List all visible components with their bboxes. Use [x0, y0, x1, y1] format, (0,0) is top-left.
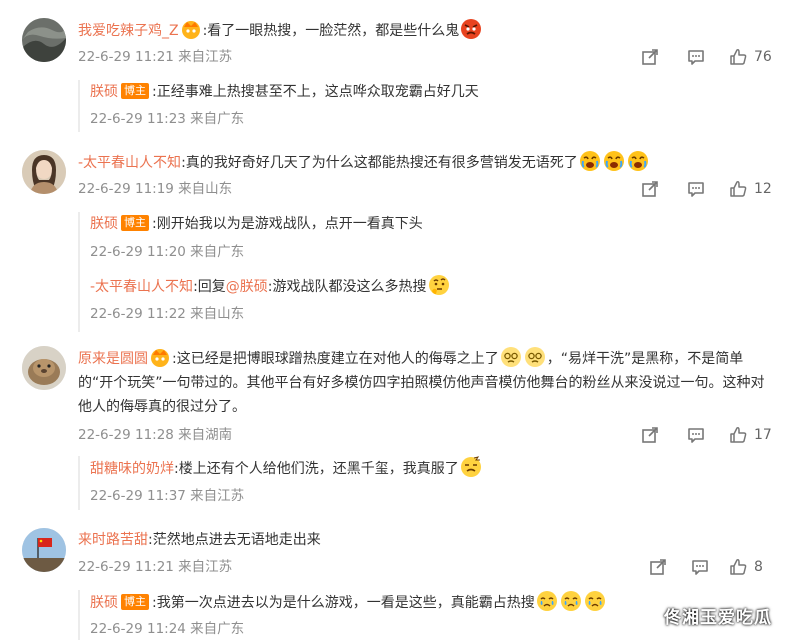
comment-icon	[688, 50, 704, 65]
comment-body: :这已经是把博眼球蹭热度建立在对他人的侮辱之上了	[172, 351, 499, 367]
tearful-emoji-icon	[560, 591, 581, 611]
comment-meta: 22-6-29 11:21 来自江苏	[78, 559, 233, 575]
reply-divider	[78, 80, 80, 132]
vip-crown-icon	[181, 21, 200, 39]
avatar[interactable]	[22, 346, 66, 390]
comment-button[interactable]	[686, 425, 706, 445]
reply-prefix: :回复	[193, 279, 226, 295]
comment-icon	[688, 428, 704, 443]
comment-button[interactable]	[686, 179, 706, 199]
like-count: 12	[754, 181, 772, 197]
comment-meta: 22-6-29 11:21 来自江苏	[78, 49, 233, 65]
thumbs-up-icon	[730, 181, 747, 197]
reply-body: :刚开始我以为是游戏战队，点开一看真下头	[152, 216, 423, 232]
reply-username[interactable]: -太平春山人不知	[90, 279, 193, 295]
share-icon	[642, 427, 658, 443]
share-icon	[642, 49, 658, 65]
like-count: 8	[754, 559, 763, 575]
comment-text: 来时路苦甜:茫然地点进去无语地走出来	[78, 528, 772, 552]
comment-actions: 76	[640, 47, 772, 67]
comment-username[interactable]: -太平春山人不知	[78, 155, 181, 171]
reply: 朕硕 博主:刚开始我以为是游戏战队，点开一看真下头	[90, 212, 772, 236]
vip-crown-icon	[151, 349, 169, 367]
share-icon	[650, 559, 666, 575]
comment-body: :真的我好奇好几天了为什么这都能热搜还有很多营销发无语死了	[181, 155, 578, 171]
thinking-emoji-icon	[428, 275, 449, 295]
reply-username[interactable]: 甜糖味的奶烊	[90, 461, 174, 477]
thumbs-up-icon	[730, 559, 747, 575]
comment-actions: 8	[648, 557, 772, 577]
share-button[interactable]	[640, 47, 660, 67]
comment-text: -太平春山人不知:真的我好奇好几天了为什么这都能热搜还有很多营销发无语死了	[78, 150, 772, 175]
author-badge: 博主	[121, 594, 149, 610]
comment-button[interactable]	[686, 47, 706, 67]
like-button[interactable]: 12	[728, 179, 772, 199]
weary-emoji-icon	[460, 456, 481, 477]
watermark: 佟湘玉爱吃瓜	[664, 608, 772, 628]
share-icon	[642, 181, 658, 197]
reply-username[interactable]: 朕硕	[90, 84, 118, 100]
reply-divider	[78, 590, 80, 640]
share-button[interactable]	[648, 557, 668, 577]
reply-body: :游戏战队都没这么多热搜	[267, 279, 427, 295]
like-count: 76	[754, 49, 772, 65]
comment-body: :看了一眼热搜，一脸茫然，都是些什么鬼	[202, 23, 460, 39]
comment-username[interactable]: 我爱吃辣子鸡_Z	[78, 23, 179, 39]
reply-meta: 22-6-29 11:20 来自广东	[90, 244, 245, 260]
share-button[interactable]	[640, 425, 660, 445]
reply-username[interactable]: 朕硕	[90, 216, 118, 232]
reply-body: :楼上还有个人给他们洗，还黑千玺，我真服了	[174, 461, 459, 477]
comment-meta: 22-6-29 11:28 来自湖南	[78, 427, 233, 443]
reply-body: :正经事难上热搜甚至不上，这点哗众取宠霸占好几天	[152, 84, 479, 100]
dizzy-emoji-icon	[500, 347, 521, 367]
reply-divider	[78, 212, 80, 332]
like-button[interactable]: 76	[728, 47, 772, 67]
avatar[interactable]	[22, 528, 66, 572]
author-badge: 博主	[121, 215, 149, 231]
comment-body: :茫然地点进去无语地走出来	[148, 532, 321, 548]
reply-meta: 22-6-29 11:37 来自江苏	[90, 488, 245, 504]
comment-username[interactable]: 原来是圆圆	[78, 351, 148, 367]
reply: 甜糖味的奶烊:楼上还有个人给他们洗，还黑千玺，我真服了	[90, 456, 772, 481]
author-badge: 博主	[121, 83, 149, 99]
avatar[interactable]	[22, 18, 66, 62]
reply-body: :我第一次点进去以为是什么游戏，一看是这些，真能霸占热搜	[152, 595, 535, 611]
comment-actions: 17	[640, 425, 772, 445]
reply-meta: 22-6-29 11:22 来自山东	[90, 306, 245, 322]
reply-mention[interactable]: @朕硕	[226, 279, 268, 295]
comment-meta: 22-6-29 11:19 来自山东	[78, 181, 233, 197]
comment-username[interactable]: 来时路苦甜	[78, 532, 148, 548]
angry-emoji-icon	[461, 19, 482, 39]
comment-actions: 12	[640, 179, 772, 199]
reply: 朕硕 博主:我第一次点进去以为是什么游戏，一看是这些，真能霸占热搜	[90, 590, 616, 615]
comment-text: 我爱吃辣子鸡_Z :看了一眼热搜，一脸茫然，都是些什么鬼	[78, 18, 772, 43]
reply: -太平春山人不知:回复@朕硕:游戏战队都没这么多热搜	[90, 274, 772, 299]
comment-icon	[692, 560, 708, 575]
crying-emoji-icon	[627, 151, 648, 171]
tearful-emoji-icon	[536, 591, 557, 611]
share-button[interactable]	[640, 179, 660, 199]
reply-username[interactable]: 朕硕	[90, 595, 118, 611]
avatar[interactable]	[22, 150, 66, 194]
dizzy-emoji-icon	[524, 347, 545, 367]
reply-meta: 22-6-29 11:24 来自广东	[90, 621, 245, 637]
comment-icon	[688, 182, 704, 197]
reply: 朕硕 博主:正经事难上热搜甚至不上，这点哗众取宠霸占好几天	[90, 80, 772, 104]
crying-emoji-icon	[603, 151, 624, 171]
reply-divider	[78, 456, 80, 510]
comment-text: 原来是圆圆:这已经是把博眼球蹭热度建立在对他人的侮辱之上了 ，“易烊干洗”是黑称，…	[78, 346, 772, 419]
tearful-emoji-icon	[584, 591, 605, 611]
crying-emoji-icon	[579, 151, 600, 171]
like-count: 17	[754, 427, 772, 443]
thumbs-up-icon	[730, 49, 747, 65]
comment-button[interactable]	[690, 557, 710, 577]
like-button[interactable]: 8	[728, 557, 772, 577]
thumbs-up-icon	[730, 427, 747, 443]
reply-meta: 22-6-29 11:23 来自广东	[90, 111, 245, 127]
like-button[interactable]: 17	[728, 425, 772, 445]
